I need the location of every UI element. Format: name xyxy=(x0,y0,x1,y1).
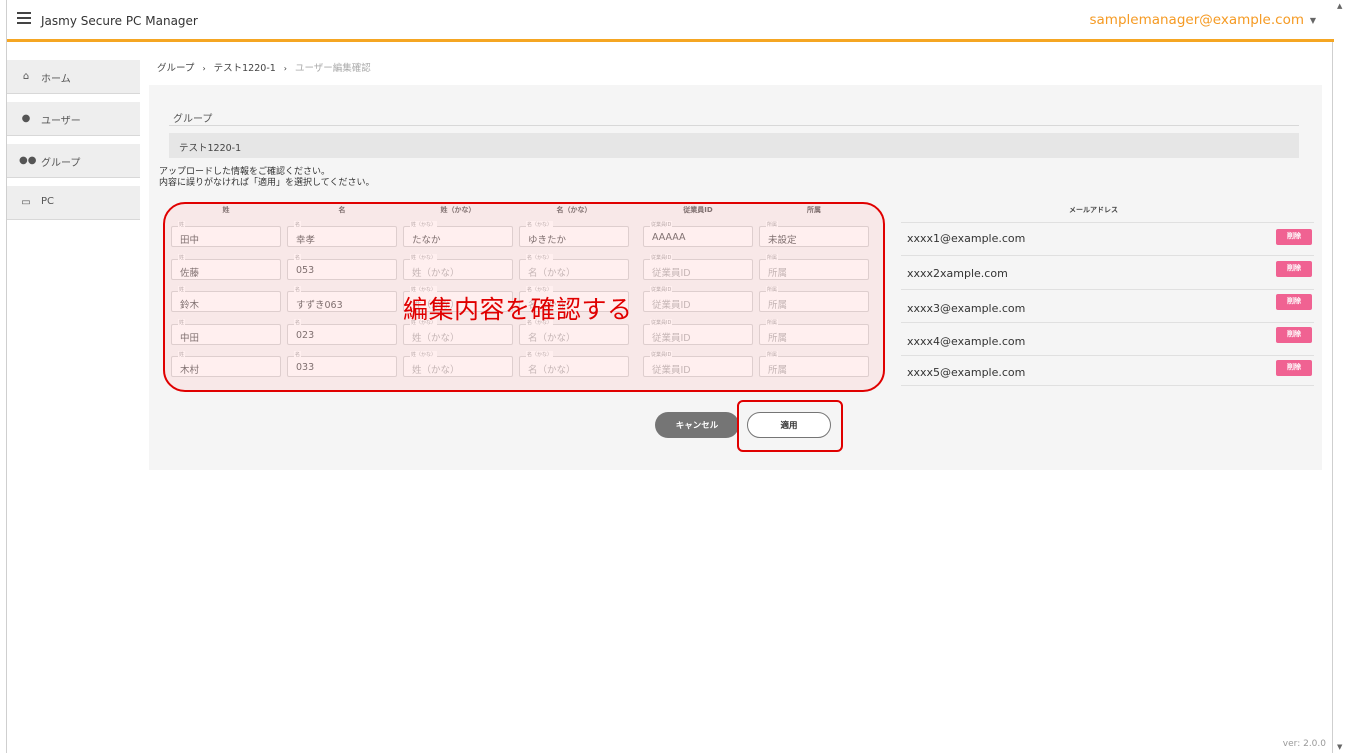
breadcrumb-item-test[interactable]: テスト1220-1 xyxy=(214,63,276,74)
breadcrumb: グループ › テスト1220-1 › ユーザー編集確認 xyxy=(157,60,371,74)
delete-button[interactable]: 削除 xyxy=(1276,294,1312,310)
version-label: ver: 2.0.0 xyxy=(1282,739,1326,749)
scrollbar[interactable]: ▲ ▼ xyxy=(1334,0,1349,753)
group-name-field: テスト1220-1 xyxy=(169,133,1299,158)
delete-button[interactable]: 削除 xyxy=(1276,360,1312,376)
group-icon: ●● xyxy=(19,155,37,166)
divider xyxy=(169,125,1299,126)
home-icon: ⌂ xyxy=(22,71,30,82)
app-title: Jasmy Secure PC Manager xyxy=(41,14,198,28)
main-panel: グループ テスト1220-1 アップロードした情報をご確認ください。 内容に誤り… xyxy=(149,85,1322,470)
menu-icon[interactable] xyxy=(17,12,31,26)
row-divider xyxy=(901,255,1314,256)
sidebar-item-home[interactable]: ⌂ ホーム xyxy=(7,60,140,94)
delete-button[interactable]: 削除 xyxy=(1276,327,1312,343)
user-menu[interactable]: samplemanager@example.com xyxy=(1090,12,1305,28)
sidebar-item-label: PC xyxy=(41,196,55,207)
caret-down-icon[interactable]: ▼ xyxy=(1310,16,1316,25)
sidebar: ⌂ ホーム ● ユーザー ●● グループ ▭ PC xyxy=(7,60,140,228)
user-icon: ● xyxy=(21,113,31,124)
annotation-frame xyxy=(737,400,843,452)
top-bar: Jasmy Secure PC Manager samplemanager@ex… xyxy=(7,0,1334,42)
group-section-label: グループ xyxy=(173,114,213,125)
email-value: xxxx3@example.com xyxy=(907,302,1026,315)
delete-button[interactable]: 削除 xyxy=(1276,261,1312,277)
breadcrumb-item-current: ユーザー編集確認 xyxy=(295,63,371,74)
row-divider xyxy=(901,222,1314,223)
monitor-icon: ▭ xyxy=(21,197,31,208)
sidebar-item-groups[interactable]: ●● グループ xyxy=(7,144,140,178)
sidebar-item-users[interactable]: ● ユーザー xyxy=(7,102,140,136)
sidebar-item-pc[interactable]: ▭ PC xyxy=(7,186,140,220)
annotation-text: 編集内容を確認する xyxy=(403,295,633,324)
sidebar-item-label: グループ xyxy=(41,158,81,169)
instruction-line: アップロードした情報をご確認ください。 xyxy=(159,167,331,177)
email-value: xxxx2xample.com xyxy=(907,267,1008,280)
row-divider xyxy=(901,355,1314,356)
chevron-right-icon: › xyxy=(202,64,206,73)
instructions: アップロードした情報をご確認ください。 内容に誤りがなければ「適用」を選択してく… xyxy=(159,167,374,189)
app-window: Jasmy Secure PC Manager samplemanager@ex… xyxy=(6,0,1334,753)
row-divider xyxy=(901,289,1314,290)
email-value: xxxx5@example.com xyxy=(907,366,1026,379)
scroll-up-icon[interactable]: ▲ xyxy=(1337,2,1342,10)
cancel-button[interactable]: キャンセル xyxy=(655,412,739,438)
delete-button[interactable]: 削除 xyxy=(1276,229,1312,245)
scroll-down-icon[interactable]: ▼ xyxy=(1337,743,1342,751)
email-value: xxxx4@example.com xyxy=(907,335,1026,348)
instruction-line: 内容に誤りがなければ「適用」を選択してください。 xyxy=(159,178,375,188)
sidebar-item-label: ユーザー xyxy=(41,116,81,127)
column-header-email: メールアドレス xyxy=(1069,206,1118,214)
chevron-right-icon: › xyxy=(283,64,287,73)
email-value: xxxx1@example.com xyxy=(907,232,1026,245)
breadcrumb-item-group[interactable]: グループ xyxy=(157,63,194,74)
row-divider xyxy=(901,322,1314,323)
sidebar-item-label: ホーム xyxy=(41,74,71,85)
row-divider xyxy=(901,385,1314,386)
